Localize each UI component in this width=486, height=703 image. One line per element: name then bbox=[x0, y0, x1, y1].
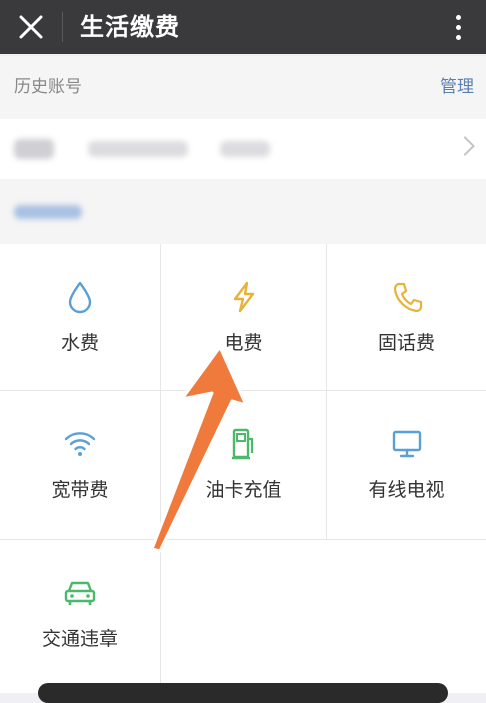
service-electricity[interactable]: 电费 bbox=[161, 244, 327, 391]
service-cable-tv[interactable]: 有线电视 bbox=[327, 391, 486, 540]
service-landline[interactable]: 固话费 bbox=[327, 244, 486, 391]
services-grid: 水费 电费 固话费 宽带费 油卡充值 有线电视 交通违章 bbox=[0, 244, 486, 693]
service-label: 电费 bbox=[224, 332, 263, 354]
more-dots-icon bbox=[455, 14, 461, 20]
water-drop-icon bbox=[63, 280, 97, 314]
blurred-account-name bbox=[220, 141, 270, 157]
empty-grid-cell bbox=[161, 540, 486, 693]
service-fuel-card[interactable]: 油卡充值 bbox=[161, 391, 327, 540]
history-section-header: 历史账号 管理 bbox=[0, 56, 486, 119]
top-bar: 生活缴费 bbox=[0, 0, 486, 54]
wifi-icon bbox=[63, 427, 97, 461]
history-account-row[interactable] bbox=[0, 119, 486, 179]
fuel-pump-icon bbox=[227, 427, 261, 461]
title-separator bbox=[62, 12, 63, 42]
lightning-icon bbox=[227, 280, 261, 314]
service-label: 水费 bbox=[60, 332, 99, 354]
manage-link[interactable]: 管理 bbox=[440, 56, 474, 119]
bottom-home-bar bbox=[38, 683, 448, 703]
close-button[interactable] bbox=[12, 8, 50, 46]
service-water[interactable]: 水费 bbox=[0, 244, 161, 391]
service-label: 交通违章 bbox=[41, 628, 118, 650]
service-label: 宽带费 bbox=[51, 479, 109, 501]
service-label: 油卡充值 bbox=[205, 479, 282, 501]
page-title: 生活缴费 bbox=[80, 13, 180, 41]
history-accounts-label: 历史账号 bbox=[14, 77, 82, 97]
more-options-button[interactable] bbox=[446, 8, 470, 46]
blurred-account-type bbox=[14, 139, 54, 159]
blurred-account-number bbox=[88, 141, 188, 157]
phone-icon bbox=[390, 280, 424, 314]
close-icon bbox=[19, 15, 43, 39]
service-label: 固话费 bbox=[377, 332, 435, 354]
chevron-right-icon bbox=[455, 136, 475, 156]
service-label: 有线电视 bbox=[368, 479, 445, 501]
monitor-icon bbox=[390, 427, 424, 461]
blurred-link[interactable] bbox=[14, 205, 82, 219]
history-sub-row bbox=[0, 179, 486, 244]
service-broadband[interactable]: 宽带费 bbox=[0, 391, 161, 540]
service-traffic-violation[interactable]: 交通违章 bbox=[0, 540, 161, 693]
car-icon bbox=[63, 576, 97, 610]
